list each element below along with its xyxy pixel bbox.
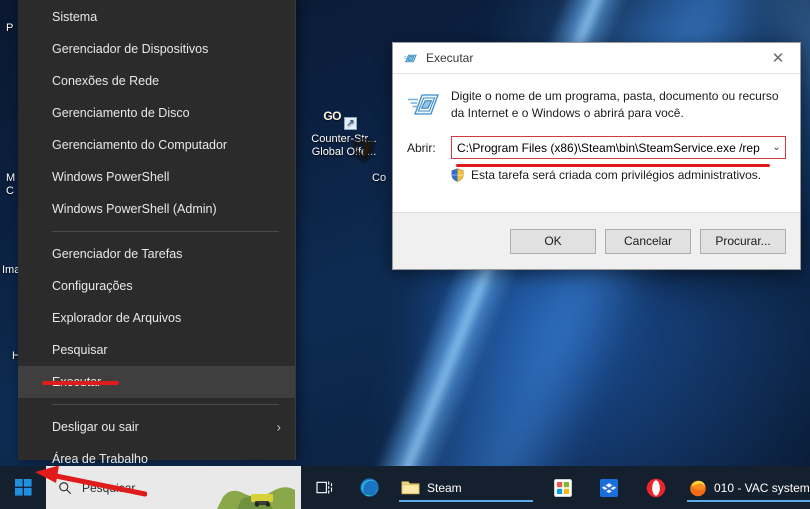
taskbar-item-edge[interactable] [347,466,392,509]
close-icon[interactable]: ✕ [756,44,800,73]
menu-item-windows-powershell-admin[interactable]: Windows PowerShell (Admin) [18,193,295,225]
menu-item-conexoes-de-rede[interactable]: Conexões de Rede [18,65,295,97]
menu-item-gerenciador-de-dispositivos[interactable]: Gerenciador de Dispositivos [18,33,295,65]
menu-item-label: Gerenciamento do Computador [52,138,228,152]
annotation-arrow-start-button [27,465,148,502]
menu-item-label: Gerenciamento de Disco [52,106,190,120]
desktop-screen: 🛡 GO ↗ Counter-Str... Global Offe... Co … [0,0,810,509]
menu-item-label: Pesquisar [52,343,108,357]
run-dialog-footer: OK Cancelar Procurar... [393,212,800,269]
task-view-button[interactable] [301,466,347,509]
menu-separator [52,231,279,232]
menu-item-pesquisar[interactable]: Pesquisar [18,334,295,366]
firefox-icon [689,479,707,497]
annotation-underline-executar [42,381,119,385]
desktop-icon-partial-right[interactable]: Co [372,172,394,185]
run-uac-notice: Esta tarefa será criada com privilégios … [471,168,762,182]
run-dialog-titlebar: Executar ✕ [393,43,800,73]
run-open-input[interactable] [452,137,768,158]
menu-item-explorador-de-arquivos[interactable]: Explorador de Arquivos [18,302,295,334]
edge-icon [359,477,380,498]
uac-shield-icon [451,168,464,182]
menu-item-label: Windows PowerShell [52,170,170,184]
search-highlight-thumbnail [217,481,295,509]
cancel-button[interactable]: Cancelar [605,228,691,254]
menu-item-desligar-ou-sair[interactable]: Desligar ou sair › [18,411,295,443]
run-open-combobox[interactable]: ⌄ [451,136,786,159]
chevron-down-icon[interactable]: ⌄ [768,142,785,153]
menu-item-gerenciamento-de-disco[interactable]: Gerenciamento de Disco [18,97,295,129]
run-open-label: Abrir: [407,140,436,155]
microsoft-store-icon [554,478,572,497]
menu-item-label: Explorador de Arquivos [52,311,182,325]
ok-button[interactable]: OK [510,228,596,254]
desktop-icon-label-partial: Co [372,172,387,184]
run-large-icon [407,87,451,119]
menu-item-gerenciador-de-tarefas[interactable]: Gerenciador de Tarefas [18,238,295,270]
run-dialog-description: Digite o nome de um programa, pasta, doc… [451,89,779,120]
menu-item-gerenciamento-do-computador[interactable]: Gerenciamento do Computador [18,129,295,161]
taskbar-item-firefox[interactable]: 010 - VAC system - G... [680,466,810,509]
desktop-icon-label-edge: C [6,185,14,197]
menu-item-label: Sistema [52,10,98,24]
menu-item-configuracoes[interactable]: Configurações [18,270,295,302]
run-dialog-title: Executar [426,51,474,65]
taskbar-item-dropbox[interactable] [586,466,632,509]
menu-item-label: Conexões de Rede [52,74,160,88]
menu-separator [52,404,279,405]
run-dialog: Executar ✕ Digite o nome de um programa,… [392,42,801,270]
desktop-icon-label-edge: P [6,22,14,34]
menu-item-windows-powershell[interactable]: Windows PowerShell [18,161,295,193]
taskbar-item-label: Steam [427,480,462,495]
chevron-right-icon: › [276,419,281,435]
taskbar-item-steam-folder[interactable]: Steam [392,466,540,509]
folder-icon [401,479,420,496]
menu-item-sistema[interactable]: Sistema [18,1,295,33]
menu-item-label: Windows PowerShell (Admin) [52,202,217,216]
menu-item-label: Gerenciador de Dispositivos [52,42,209,56]
opera-icon [646,478,666,498]
power-user-menu: Sistema Gerenciador de Dispositivos Cone… [18,0,296,466]
taskbar-active-indicator [399,500,533,502]
menu-item-label: Gerenciador de Tarefas [52,247,183,261]
task-view-icon [315,481,332,494]
menu-item-label: Configurações [52,279,133,293]
browse-button[interactable]: Procurar... [700,228,786,254]
run-dialog-body: Digite o nome de um programa, pasta, doc… [393,73,800,212]
taskbar-active-indicator [687,500,810,502]
menu-item-label: Área de Trabalho [52,452,148,466]
taskbar-item-store[interactable] [540,466,586,509]
taskbar-item-opera[interactable] [632,466,680,509]
desktop-icon-label-edge: M [6,172,16,184]
dropbox-icon [600,478,618,497]
menu-item-label: Desligar ou sair [52,420,139,434]
desktop-icon-csgo[interactable]: 🛡 GO ↗ Counter-Str... Global Offe... [305,110,383,163]
run-window-icon [403,51,418,66]
taskbar-item-label: 010 - VAC system - G... [714,480,810,495]
annotation-underline-open-input [456,164,770,167]
